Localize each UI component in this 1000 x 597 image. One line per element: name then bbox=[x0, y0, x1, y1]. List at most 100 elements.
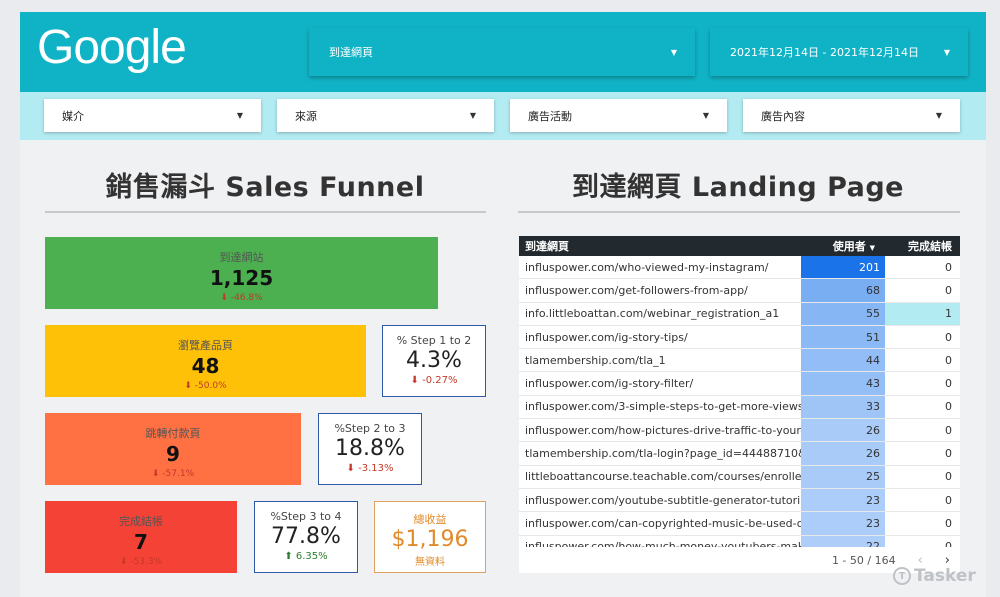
conversion-label: % Step 1 to 2 bbox=[396, 334, 472, 347]
chevron-down-icon: ▼ bbox=[943, 47, 950, 57]
cell-checkouts: 0 bbox=[945, 260, 952, 274]
funnel-step-label: 到達網站 bbox=[219, 251, 264, 264]
landing-page-dropdown[interactable]: 到達網頁 ▼ bbox=[309, 28, 695, 76]
arrow-down-icon: ⬇ bbox=[220, 293, 228, 303]
tasker-logo-icon: T bbox=[893, 567, 911, 585]
cell-checkouts: 0 bbox=[945, 400, 952, 414]
cell-landing-page: tlamembership.com/tla_1 bbox=[525, 353, 666, 367]
cell-checkouts: 0 bbox=[945, 353, 952, 367]
cell-landing-page: influspower.com/can-copyrighted-music-be… bbox=[525, 516, 801, 530]
funnel-step-visit[interactable]: 到達網站 1,125 ⬇ -46.8% bbox=[45, 237, 438, 309]
table-row[interactable]: tlamembership.com/tla_1 44 0 bbox=[519, 349, 960, 373]
funnel-step-checkout[interactable]: 完成結帳 7 ⬇ -53.3% bbox=[45, 501, 237, 573]
cell-checkouts: 0 bbox=[945, 493, 952, 507]
cell-users: 33 bbox=[801, 395, 885, 419]
cell-landing-page: influspower.com/youtube-subtitle-generat… bbox=[525, 493, 801, 507]
column-header-checkouts[interactable]: 完成結帳 bbox=[885, 238, 960, 254]
landing-page-title: 到達網頁 Landing Page bbox=[572, 172, 904, 203]
cell-users: 44 bbox=[801, 349, 885, 372]
filter-medium-label: 媒介 bbox=[62, 109, 84, 123]
column-header-page[interactable]: 到達網頁 bbox=[519, 238, 801, 254]
chevron-down-icon: ▼ bbox=[236, 111, 243, 120]
revenue-value: $1,196 bbox=[391, 527, 469, 552]
cell-checkouts: 0 bbox=[945, 516, 952, 530]
cell-checkouts: 0 bbox=[945, 447, 952, 461]
watermark-text: Tasker bbox=[914, 566, 976, 586]
table-row[interactable]: influspower.com/ig-story-filter/43 0 bbox=[519, 372, 960, 396]
cell-checkouts: 0 bbox=[945, 470, 952, 484]
cell-landing-page: influspower.com/get-followers-from-app/ bbox=[525, 283, 748, 297]
cell-users: 43 bbox=[801, 372, 885, 395]
filter-campaign-label: 廣告活動 bbox=[528, 109, 572, 123]
landing-page-dropdown-label: 到達網頁 bbox=[329, 46, 373, 59]
revenue-label: 總收益 bbox=[413, 513, 447, 526]
filter-source-dropdown[interactable]: 來源 ▼ bbox=[277, 99, 494, 132]
cell-checkouts: 0 bbox=[945, 377, 952, 391]
arrow-down-icon: ⬇ bbox=[184, 381, 192, 391]
conversion-delta: ⬇ -3.13% bbox=[346, 463, 394, 474]
cell-users: 25 bbox=[801, 465, 885, 488]
column-header-users[interactable]: 使用者 ▼ bbox=[801, 238, 885, 254]
cell-users: 68 bbox=[801, 279, 885, 302]
funnel-step-product[interactable]: 瀏覽產品頁 48 ⬇ -50.0% bbox=[45, 325, 366, 397]
landing-page-table: 到達網頁 使用者 ▼ 完成結帳 influspower.com/who-view… bbox=[519, 236, 960, 573]
table-row[interactable]: influspower.com/who-viewed-my-instagram/… bbox=[519, 256, 960, 280]
cell-users: 51 bbox=[801, 325, 885, 349]
table-row[interactable]: tlamembership.com/tla-login?page_id=4448… bbox=[519, 442, 960, 466]
arrow-down-icon: ⬇ bbox=[346, 463, 355, 474]
table-row[interactable]: influspower.com/can-copyrighted-music-be… bbox=[519, 512, 960, 536]
table-row[interactable]: influspower.com/3-simple-steps-to-get-mo… bbox=[519, 395, 960, 420]
cell-users: 26 bbox=[801, 442, 885, 465]
total-revenue-card[interactable]: 總收益 $1,196 無資料 bbox=[374, 501, 486, 573]
cell-landing-page: info.littleboattan.com/webinar_registrat… bbox=[525, 307, 780, 321]
cell-checkouts: 0 bbox=[945, 423, 952, 437]
funnel-step-delta: ⬇ -57.1% bbox=[151, 469, 195, 479]
conversion-delta: ⬇ -0.27% bbox=[410, 375, 458, 386]
dashboard-frame: Google 到達網頁 ▼ 2021年12月14日 - 2021年12月14日 … bbox=[20, 12, 986, 597]
revenue-comparison: 無資料 bbox=[415, 557, 445, 568]
conversion-step1-to-2[interactable]: % Step 1 to 2 4.3% ⬇ -0.27% bbox=[382, 325, 486, 397]
table-row[interactable]: influspower.com/ig-story-tips/51 0 bbox=[519, 325, 960, 350]
cell-users: 23 bbox=[801, 512, 885, 535]
cell-users: 26 bbox=[801, 419, 885, 442]
conversion-step2-to-3[interactable]: %Step 2 to 3 18.8% ⬇ -3.13% bbox=[318, 413, 422, 485]
cell-checkouts: 0 bbox=[945, 330, 952, 344]
table-row[interactable]: influspower.com/how-pictures-drive-traff… bbox=[519, 419, 960, 443]
google-logo: Google bbox=[37, 21, 187, 74]
table-row[interactable]: info.littleboattan.com/webinar_registrat… bbox=[519, 302, 960, 326]
conversion-step3-to-4[interactable]: %Step 3 to 4 77.8% ⬆ 6.35% bbox=[254, 501, 358, 573]
conversion-label: %Step 3 to 4 bbox=[270, 510, 342, 523]
filter-ad-content-dropdown[interactable]: 廣告內容 ▼ bbox=[743, 99, 960, 132]
filter-ad-content-label: 廣告內容 bbox=[761, 109, 805, 123]
date-range-dropdown[interactable]: 2021年12月14日 - 2021年12月14日 ▼ bbox=[710, 28, 968, 76]
table-row[interactable]: influspower.com/youtube-subtitle-generat… bbox=[519, 488, 960, 513]
cell-landing-page: tlamembership.com/tla-login?page_id=4448… bbox=[525, 447, 801, 461]
sort-desc-icon: ▼ bbox=[869, 244, 875, 252]
conversion-delta: ⬆ 6.35% bbox=[284, 551, 328, 562]
funnel-step-payment[interactable]: 跳轉付款頁 9 ⬇ -57.1% bbox=[45, 413, 301, 485]
conversion-value: 4.3% bbox=[406, 348, 462, 373]
filter-campaign-dropdown[interactable]: 廣告活動 ▼ bbox=[510, 99, 727, 132]
funnel-step-label: 瀏覽產品頁 bbox=[178, 339, 233, 352]
filter-medium-dropdown[interactable]: 媒介 ▼ bbox=[44, 99, 261, 132]
header-bar: Google 到達網頁 ▼ 2021年12月14日 - 2021年12月14日 … bbox=[20, 12, 986, 92]
pagination-range: 1 - 50 / 164 bbox=[831, 553, 896, 567]
cell-landing-page: influspower.com/ig-story-filter/ bbox=[525, 377, 694, 391]
arrow-down-icon: ⬇ bbox=[151, 469, 160, 479]
funnel-step-label: 完成結帳 bbox=[119, 515, 163, 528]
cell-landing-page: influspower.com/ig-story-tips/ bbox=[525, 330, 688, 344]
cell-landing-page: littleboattancourse.teachable.com/course… bbox=[525, 470, 801, 484]
funnel-step-label: 跳轉付款頁 bbox=[145, 427, 201, 440]
table-row[interactable]: influspower.com/get-followers-from-app/6… bbox=[519, 279, 960, 303]
date-range-label: 2021年12月14日 - 2021年12月14日 bbox=[730, 46, 919, 59]
table-row[interactable]: littleboattancourse.teachable.com/course… bbox=[519, 465, 960, 489]
arrow-up-icon: ⬆ bbox=[284, 551, 293, 562]
cell-users: 201 bbox=[801, 256, 885, 279]
cell-landing-page: influspower.com/3-simple-steps-to-get-mo… bbox=[525, 400, 801, 414]
table-body: influspower.com/who-viewed-my-instagram/… bbox=[519, 256, 960, 559]
cell-users: 23 bbox=[801, 488, 885, 512]
chevron-down-icon: ▼ bbox=[670, 47, 677, 57]
tasker-watermark: T Tasker bbox=[893, 566, 976, 586]
cell-users: 55 bbox=[801, 302, 885, 325]
cell-checkouts: 0 bbox=[945, 283, 952, 297]
